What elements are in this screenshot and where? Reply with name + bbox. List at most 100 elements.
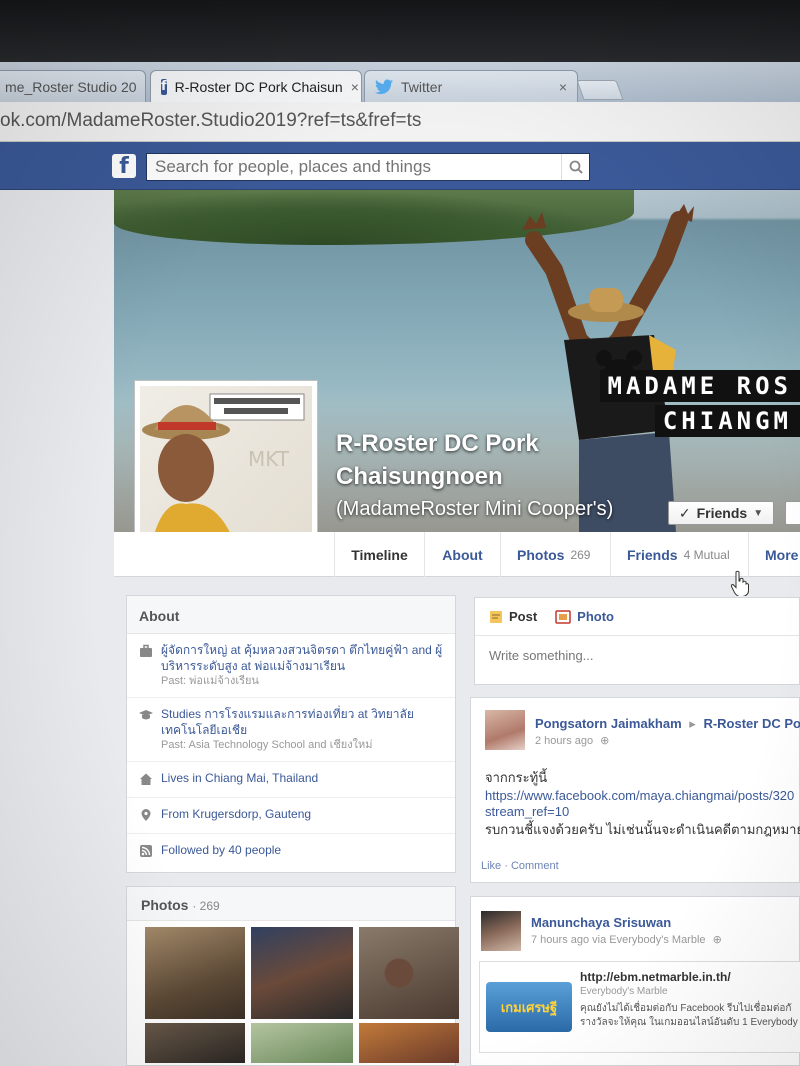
facebook-top-bar: f — [0, 142, 800, 190]
profile-name-line-1[interactable]: R-Roster DC Pork — [336, 430, 539, 458]
avatar[interactable] — [481, 911, 521, 951]
cover-overlay-text-2: CHIANGM — [654, 405, 800, 437]
close-icon[interactable]: × — [137, 79, 146, 95]
tab-friends[interactable]: Friends 4 Mutual — [610, 532, 748, 577]
new-tab-button[interactable] — [576, 80, 624, 100]
story-link[interactable]: https://www.facebook.com/maya.chiangmai/… — [485, 788, 794, 804]
tab-label: R-Roster DC Pork Chaisun — [174, 79, 343, 95]
tab-photos[interactable]: Photos 269 — [500, 532, 610, 577]
composer-post-tab[interactable]: Post — [489, 609, 537, 624]
left-margin — [0, 190, 114, 1066]
link-description-line: รางวัลจะให้คุณ ในเกมออนไลน์อันดับ 1 Ever… — [580, 1017, 798, 1028]
profile-picture-image: MKT — [140, 386, 312, 552]
about-item-lives: Lives in Chiang Mai, Thailand — [127, 762, 455, 798]
story-actions[interactable]: Like · Comment — [481, 860, 559, 872]
tab-r-roster-profile[interactable]: f R-Roster DC Pork Chaisun × — [150, 70, 362, 103]
tab-madame-roster-studio[interactable]: me_Roster Studio 20 × — [0, 70, 146, 102]
profile-name-line-2[interactable]: Chaisungnoen — [336, 463, 503, 491]
photo-thumbnail[interactable] — [359, 927, 459, 1019]
composer-input[interactable]: Write something... — [475, 636, 799, 675]
about-education-past: Past: Asia Technology School and เชียงให… — [161, 739, 373, 751]
profile-nav: Timeline About Photos 269 Friends 4 Mutu… — [114, 532, 800, 577]
about-from-text[interactable]: From Krugersdorp, Gauteng — [161, 806, 311, 822]
tab-more[interactable]: More — [748, 532, 800, 577]
tab-twitter[interactable]: Twitter × — [364, 70, 578, 102]
monitor-bezel — [0, 0, 800, 70]
tab-about[interactable]: About — [424, 532, 500, 577]
close-icon[interactable]: × — [551, 79, 567, 95]
photo-thumbnail[interactable] — [145, 1023, 245, 1063]
photo-thumbnail[interactable] — [145, 927, 245, 1019]
photo-thumbnail[interactable] — [359, 1023, 459, 1063]
search-input[interactable] — [147, 154, 561, 180]
story-author[interactable]: Pongsatorn Jaimakham ▸ R-Roster DC Po — [535, 716, 800, 732]
composer-post-label: Post — [509, 609, 538, 624]
story-time-text: 2 hours ago — [535, 735, 594, 747]
facebook-favicon-icon: f — [161, 79, 167, 95]
link-description: คุณยังไม่ได้เชื่อมต่อกับ Facebook รีบไปเ… — [580, 1002, 798, 1030]
search-box[interactable] — [146, 153, 590, 181]
mutual-friends-count: 4 Mutual — [683, 547, 730, 562]
about-item-followers: Followed by 40 people — [127, 834, 455, 870]
avatar[interactable] — [485, 710, 525, 750]
location-pin-icon — [141, 809, 151, 821]
story-target-name: R-Roster DC Po — [703, 716, 800, 731]
game-logo: เกมเศรษฐี — [486, 982, 572, 1032]
browser-tab-strip: me_Roster Studio 20 × f R-Roster DC Pork… — [0, 62, 800, 103]
story-author-name: Pongsatorn Jaimakham — [535, 716, 682, 731]
composer-photo-tab[interactable]: Photo — [555, 609, 614, 624]
photos-box: Photos · 269 — [126, 886, 459, 1066]
photos-title-label: Photos — [141, 897, 189, 913]
story-timestamp[interactable]: 2 hours ago ⊕ — [535, 734, 609, 747]
story-timestamp[interactable]: 7 hours ago via Everybody's Marble ⊕ — [531, 933, 722, 946]
feed-story: Manunchaya Srisuwan 7 hours ago via Ever… — [470, 896, 800, 1066]
photo-thumbnail[interactable] — [251, 927, 353, 1019]
facebook-logo-icon[interactable]: f — [112, 154, 136, 179]
story-author[interactable]: Manunchaya Srisuwan — [531, 915, 671, 930]
profile-alternate-name: (MadameRoster Mini Cooper's) — [336, 498, 614, 520]
caret-down-icon: ▼ — [753, 507, 764, 519]
friends-button[interactable]: ✓ Friends ▼ — [668, 501, 774, 525]
twitter-bird-icon — [375, 79, 393, 94]
tab-friends-label: Friends — [627, 546, 678, 563]
tab-label: me_Roster Studio 20 — [5, 78, 137, 95]
shared-link-card[interactable]: เกมเศรษฐี http://ebm.netmarble.in.th/ Ev… — [479, 961, 800, 1053]
close-icon[interactable]: × — [343, 79, 359, 95]
briefcase-icon — [140, 644, 152, 657]
svg-text:MKT: MKT — [248, 447, 290, 471]
about-item-from: From Krugersdorp, Gauteng — [127, 798, 455, 834]
story-text-line: รบกวนชี้แจงด้วยครับ ไม่เช่นนั้นจะดำเนินค… — [485, 822, 800, 837]
globe-icon: ⊕ — [712, 934, 722, 946]
address-bar[interactable]: ok.com/MadameRoster.Studio2019?ref=ts&fr… — [0, 102, 800, 142]
about-work-text[interactable]: ผู้จัดการใหญ่ at คุ้มหลวงสวนจิตรดา ตึกไท… — [161, 642, 451, 674]
tab-timeline[interactable]: Timeline — [334, 532, 424, 577]
about-followers-text[interactable]: Followed by 40 people — [161, 842, 281, 858]
composer-photo-label: Photo — [577, 609, 614, 624]
url-text[interactable]: ok.com/MadameRoster.Studio2019?ref=ts&fr… — [0, 110, 421, 132]
composer-tabs: Post Photo — [475, 598, 799, 636]
tab-timeline-label: Timeline — [351, 546, 408, 563]
photos-title-count: · 269 — [192, 899, 220, 913]
about-lives-text[interactable]: Lives in Chiang Mai, Thailand — [161, 770, 318, 786]
home-icon — [140, 773, 152, 785]
link-source: Everybody's Marble — [580, 986, 668, 997]
link-url[interactable]: http://ebm.netmarble.in.th/ — [580, 970, 731, 984]
friends-button-label: Friends — [696, 505, 748, 521]
about-title[interactable]: About — [127, 596, 455, 634]
tab-about-label: About — [442, 546, 483, 563]
search-button[interactable] — [561, 154, 589, 180]
post-composer: Post Photo Write something... — [474, 597, 800, 685]
pencil-note-icon — [490, 610, 502, 623]
message-button[interactable] — [785, 501, 800, 525]
story-time-text: 7 hours ago via Everybody's Marble — [531, 934, 706, 946]
photo-thumbnail[interactable] — [251, 1023, 353, 1063]
about-education-text[interactable]: Studies การโรงแรมและการท่องเที่ยว at วิท… — [161, 706, 451, 738]
tab-more-label: More — [765, 546, 799, 563]
story-link-cont[interactable]: stream_ref=10 — [485, 804, 569, 820]
photos-title[interactable]: Photos · 269 — [127, 887, 455, 921]
photos-count: 269 — [570, 547, 591, 562]
feed-story: Pongsatorn Jaimakham ▸ R-Roster DC Po 2 … — [470, 697, 800, 883]
arrow-right-icon: ▸ — [689, 716, 696, 731]
checkmark-icon: ✓ — [678, 504, 691, 521]
photo-icon — [555, 609, 571, 624]
